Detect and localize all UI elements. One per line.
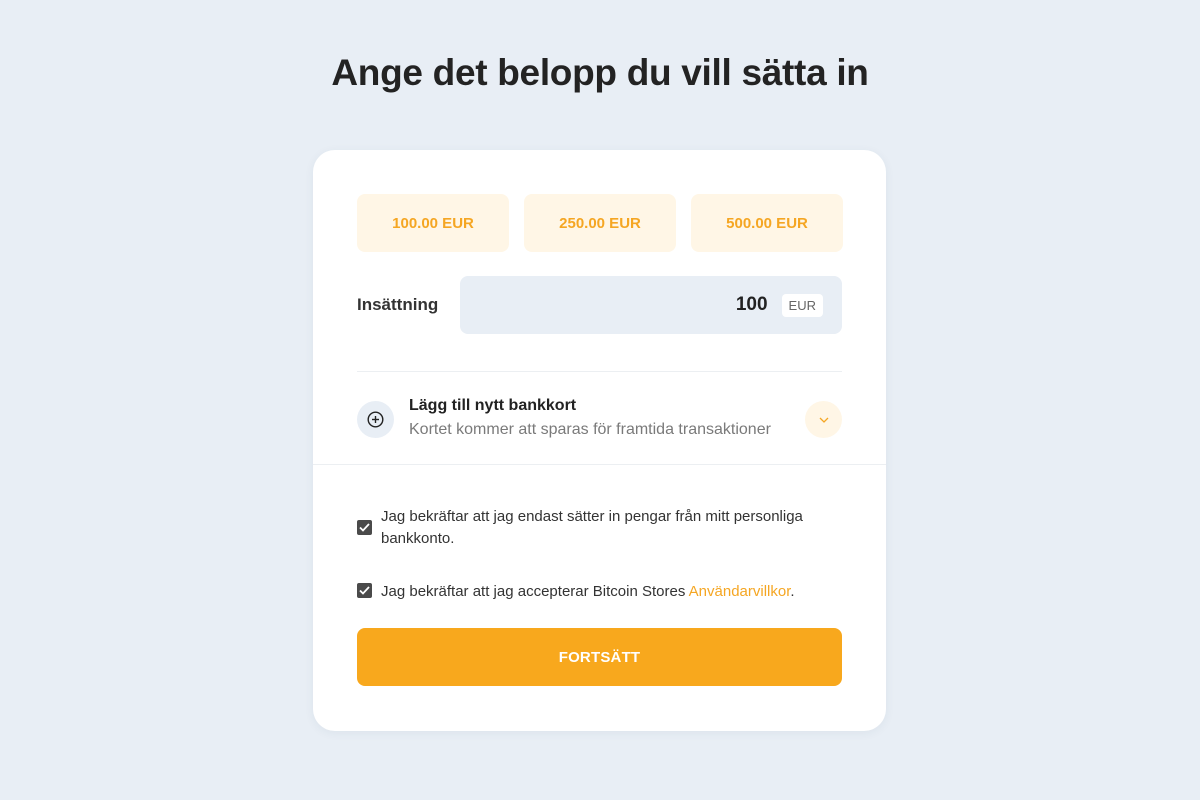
add-bank-card-subtitle: Kortet kommer att sparas för framtida tr… — [409, 421, 771, 438]
checkmark-icon — [359, 586, 370, 595]
terms-text-before: Jag bekräftar att jag accepterar Bitcoin… — [381, 583, 689, 600]
add-bank-card-row[interactable]: Lägg till nytt bankkort Kortet kommer at… — [357, 397, 842, 443]
amount-input[interactable] — [567, 294, 768, 316]
preset-amount-button[interactable]: 250.00 EUR — [524, 194, 676, 252]
add-bank-card-title: Lägg till nytt bankkort — [409, 397, 577, 414]
chevron-down-icon[interactable] — [805, 401, 842, 438]
divider — [357, 371, 842, 372]
preset-amounts: 100.00 EUR 250.00 EUR 500.00 EUR — [357, 194, 843, 252]
currency-badge: EUR — [781, 293, 823, 317]
deposit-label: Insättning — [357, 295, 439, 314]
terms-text: Jag bekräftar att jag accepterar Bitcoin… — [381, 581, 842, 603]
continue-button[interactable]: FORTSÄTT — [357, 628, 842, 686]
preset-amount-button[interactable]: 100.00 EUR — [357, 194, 509, 252]
checkmark-icon — [359, 523, 370, 532]
personal-account-checkbox[interactable] — [357, 520, 372, 535]
section-divider — [313, 464, 886, 465]
terms-text-after: . — [790, 583, 795, 600]
personal-account-text: Jag bekräftar att jag endast sätter in p… — [381, 508, 803, 547]
terms-checkbox[interactable] — [357, 583, 372, 598]
page-title: Ange det belopp du vill sätta in — [331, 52, 869, 93]
preset-amount-button[interactable]: 500.00 EUR — [691, 194, 843, 252]
amount-field[interactable]: EUR — [460, 276, 842, 334]
terms-link[interactable]: Användarvillkor — [689, 583, 791, 600]
deposit-card: 100.00 EUR 250.00 EUR 500.00 EUR Insättn… — [313, 150, 886, 731]
plus-circle-icon — [357, 401, 394, 438]
